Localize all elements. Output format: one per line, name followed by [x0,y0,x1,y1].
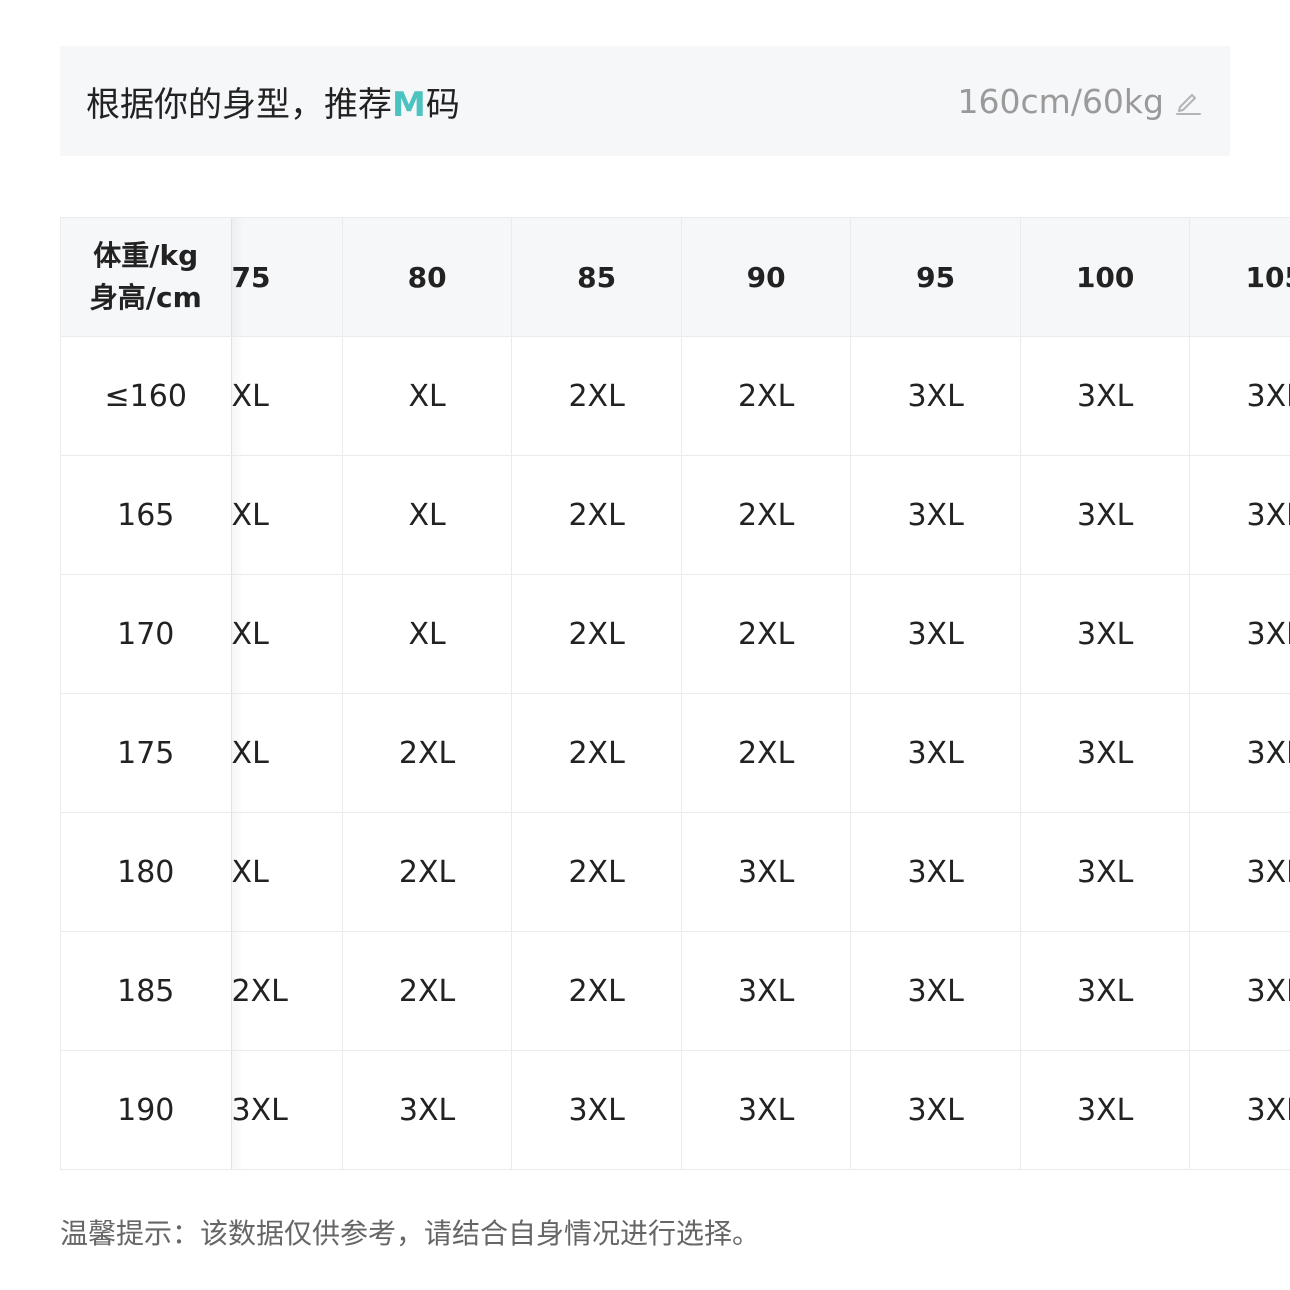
size-cell: 2XL [341,812,513,932]
recommendation-title: 根据你的身型，推荐M码 [86,77,460,126]
size-cell: XL [230,336,343,456]
height-cell: 185 [60,931,243,1051]
size-cell: 3XL [850,812,1021,932]
size-cell: XL [230,574,343,694]
size-cell: 2XL [680,693,852,813]
height-cell: 175 [60,693,243,813]
size-cell: 3XL [850,336,1021,456]
edit-measurements-button[interactable]: 160cm/60kg [958,82,1204,121]
size-cell: 3XL [1189,931,1290,1051]
size-cell: 3XL [1019,931,1191,1051]
table-row: ≤160XLXL2XL2XL3XL3XL3XL [60,336,1290,456]
weight-header-cell: 80 [341,217,513,337]
table-corner-cell: 体重/kg 身高/cm [60,217,243,337]
size-cell: 2XL [680,574,852,694]
size-cell: XL [230,812,343,932]
size-cell: 3XL [680,1050,852,1170]
size-cell: 3XL [341,1050,513,1170]
weight-header-cell: 75 [230,217,343,337]
height-cell: 190 [60,1050,243,1170]
table-row: 1903XL3XL3XL3XL3XL3XL3XL [60,1050,1290,1170]
body-measurements: 160cm/60kg [957,81,1164,121]
recommendation-prefix: 根据你的身型，推荐 [86,84,392,125]
size-cell: 3XL [850,931,1021,1051]
size-cell: 3XL [850,1050,1021,1170]
size-cell: 3XL [850,455,1021,575]
weight-header-cell: 85 [511,217,682,337]
size-cell: XL [341,336,513,456]
weight-header-cell: 105 [1189,217,1290,337]
table-row: 180XL2XL2XL3XL3XL3XL3XL [60,812,1290,932]
height-value: 190 [117,1092,175,1128]
height-value: 180 [117,854,175,890]
size-cell: 3XL [1019,812,1191,932]
recommended-size: M [392,84,426,125]
recommendation-suffix: 码 [425,84,460,125]
height-cell: 165 [60,455,243,575]
size-cell: 3XL [1189,574,1290,694]
size-cell: 2XL [230,931,343,1051]
size-tip: 温馨提示：该数据仅供参考，请结合自身情况进行选择。 [60,1217,761,1250]
size-cell: 2XL [680,336,852,456]
table-header-row: 体重/kg 身高/cm 7580859095100105 [60,217,1290,337]
height-axis-label: 身高/cm [89,281,202,314]
size-cell: 2XL [511,693,682,813]
size-cell: XL [230,693,343,813]
weight-header-cell: 100 [1019,217,1191,337]
size-cell: 2XL [511,812,682,932]
size-cell: 2XL [341,931,513,1051]
size-cell: 3XL [1019,336,1191,456]
weight-axis-label: 体重/kg [93,239,199,272]
size-cell: 3XL [680,812,852,932]
size-cell: 3XL [680,931,852,1051]
size-cell: 2XL [511,336,682,456]
height-cell: 180 [60,812,243,932]
height-value: 185 [117,973,175,1009]
size-cell: 3XL [511,1050,682,1170]
table-row: 1852XL2XL2XL3XL3XL3XL3XL [60,931,1290,1051]
height-cell: 170 [60,574,243,694]
size-cell: XL [341,455,513,575]
size-cell: 2XL [341,693,513,813]
size-chart-table: 体重/kg 身高/cm 7580859095100105 ≤160XLXL2XL… [60,217,1290,1170]
size-chart-scroll-area[interactable]: 体重/kg 身高/cm 7580859095100105 ≤160XLXL2XL… [60,217,1290,1177]
size-cell: 3XL [850,574,1021,694]
size-cell: 3XL [230,1050,343,1170]
size-cell: 2XL [511,931,682,1051]
height-value: 170 [117,616,175,652]
size-cell: 3XL [1189,812,1290,932]
size-cell: 3XL [1019,455,1191,575]
size-cell: 3XL [1019,1050,1191,1170]
size-cell: 3XL [1019,574,1191,694]
table-row: 170XLXL2XL2XL3XL3XL3XL [60,574,1290,694]
size-cell: 2XL [511,455,682,575]
size-cell: 3XL [1189,336,1290,456]
table-row: 165XLXL2XL2XL3XL3XL3XL [60,455,1290,575]
height-value: 175 [117,735,175,771]
size-cell: 3XL [1019,693,1191,813]
weight-header-cell: 90 [680,217,852,337]
size-cell: 2XL [680,455,852,575]
size-cell: XL [230,455,343,575]
size-cell: 3XL [850,693,1021,813]
pencil-icon [1176,94,1201,115]
size-cell: 3XL [1189,1050,1290,1170]
size-cell: 3XL [1189,455,1290,575]
size-recommendation-banner: 根据你的身型，推荐M码 160cm/60kg [60,46,1230,156]
height-value: ≤160 [104,378,187,414]
height-cell: ≤160 [60,336,243,456]
size-cell: 2XL [511,574,682,694]
table-row: 175XL2XL2XL2XL3XL3XL3XL [60,693,1290,813]
size-cell: 3XL [1189,693,1290,813]
height-value: 165 [117,497,175,533]
size-cell: XL [341,574,513,694]
weight-header-cell: 95 [850,217,1021,337]
